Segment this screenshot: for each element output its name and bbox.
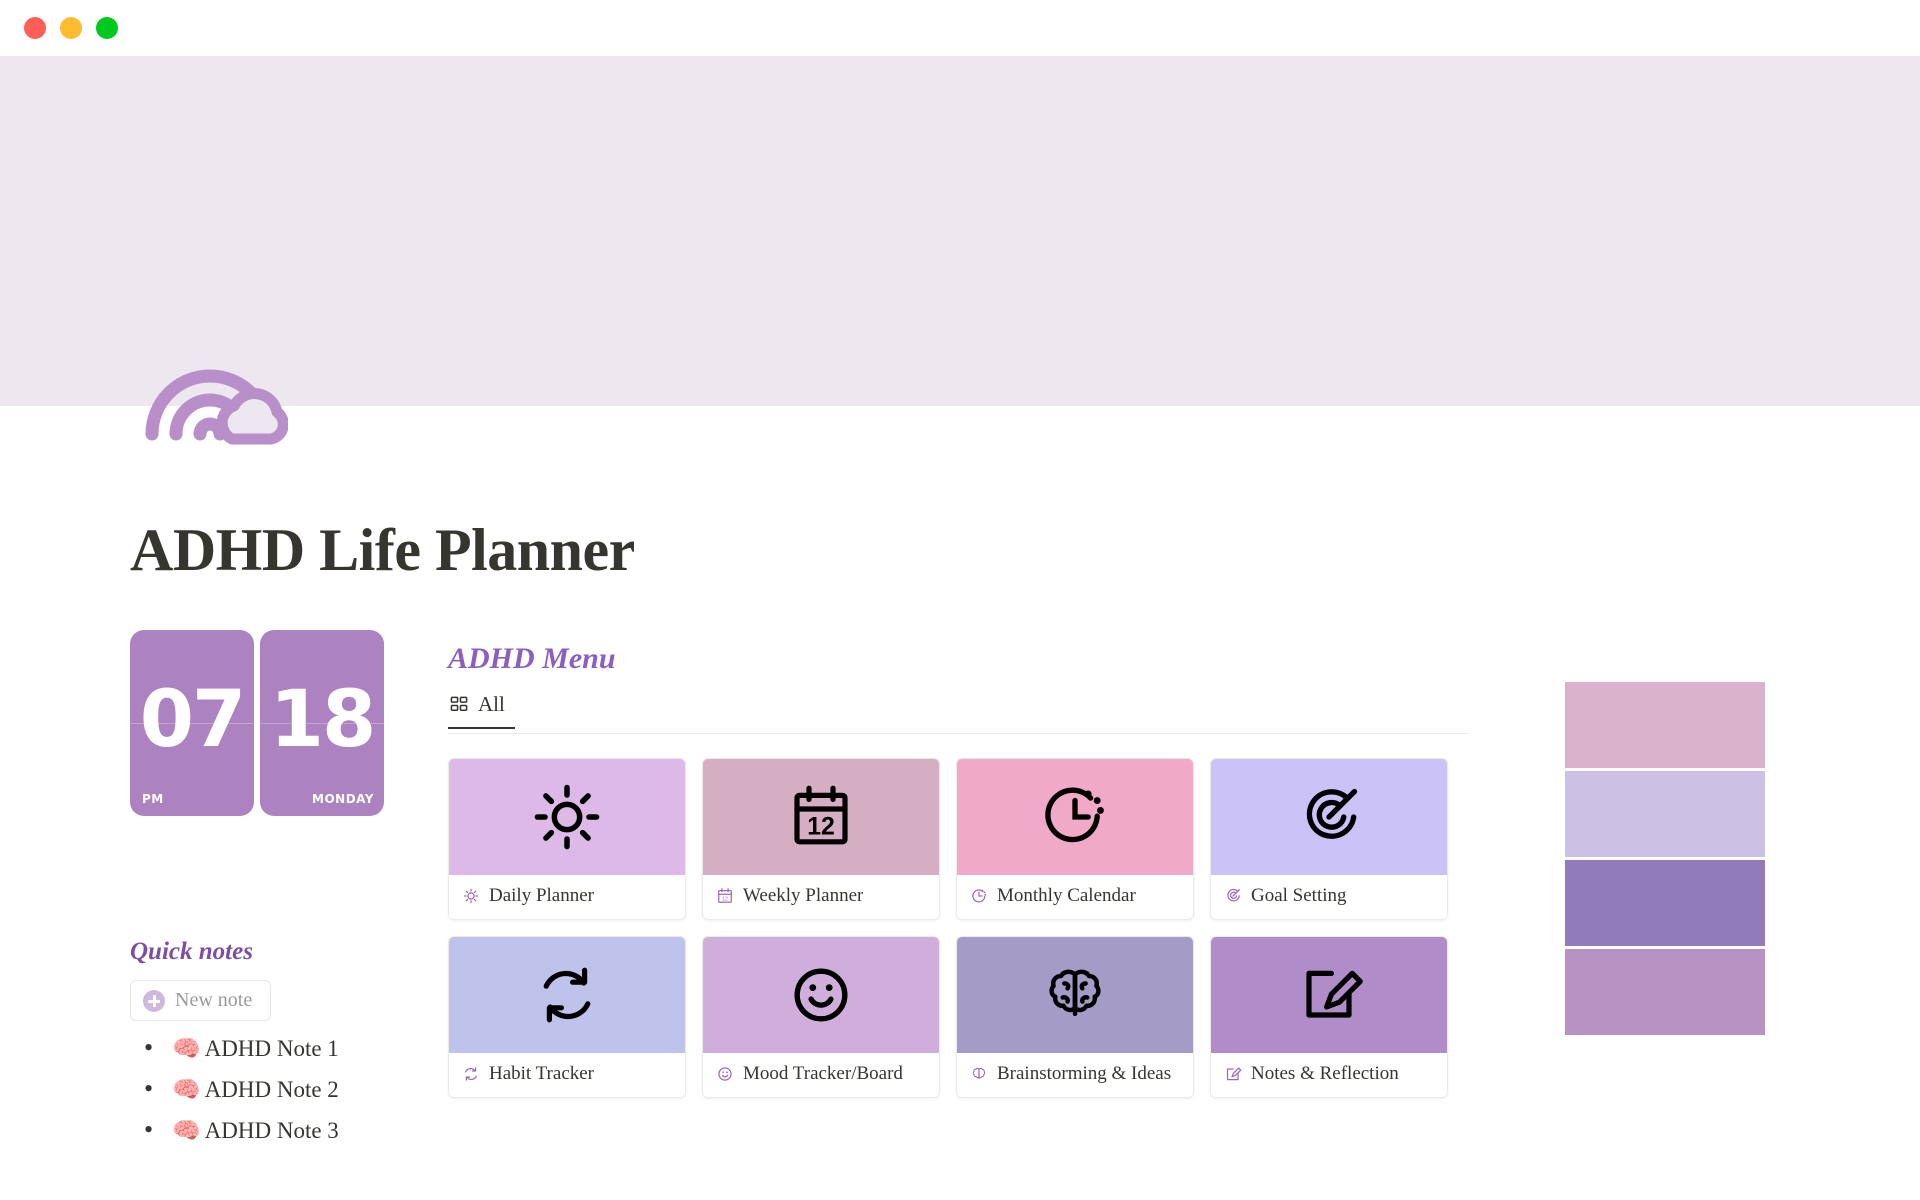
card-cover: [449, 759, 685, 875]
note-label: ADHD Note 2: [204, 1077, 339, 1102]
card-habit-tracker[interactable]: Habit Tracker: [448, 936, 686, 1098]
flip-clock-hour: 07: [139, 674, 247, 765]
brain-emoji: 🧠: [172, 1036, 201, 1061]
card-label: Monthly Calendar: [997, 885, 1136, 906]
swatch-purple-deep[interactable]: [1565, 860, 1765, 946]
card-label: Notes & Reflection: [1251, 1063, 1399, 1084]
swatch-mauve[interactable]: [1565, 949, 1765, 1035]
rainbow-cloud-icon[interactable]: [140, 336, 289, 446]
card-label-row: Notes & Reflection: [1211, 1053, 1447, 1097]
smiley-icon: [794, 968, 848, 1022]
list-item[interactable]: 🧠ADHD Note 2: [130, 1074, 390, 1104]
adhd-menu-heading: ADHD Menu: [448, 642, 616, 675]
list-item[interactable]: 🧠ADHD Note 3: [130, 1115, 390, 1145]
note-label: ADHD Note 3: [204, 1118, 339, 1143]
note-edit-icon: [1306, 970, 1363, 1018]
card-brainstorming-ideas[interactable]: Brainstorming & Ideas: [956, 936, 1194, 1098]
maximize-window-button[interactable]: [96, 17, 118, 39]
page-title: ADHD Life Planner: [130, 517, 635, 583]
svg-text:12: 12: [722, 897, 728, 903]
clock-dotted-icon: [1045, 787, 1104, 843]
card-cover: [957, 937, 1193, 1053]
minimize-window-button[interactable]: [60, 17, 82, 39]
card-label: Weekly Planner: [743, 885, 864, 906]
tab-all[interactable]: All: [448, 692, 515, 729]
card-label: Brainstorming & Ideas: [997, 1063, 1172, 1084]
note-edit-icon: [1226, 1067, 1242, 1081]
target-arrow-icon: [1227, 888, 1240, 902]
grid-view-icon: [450, 695, 469, 714]
card-label-row: Goal Setting: [1211, 875, 1447, 919]
flip-clock-meridiem: PM: [142, 792, 164, 806]
window-title-bar: [0, 0, 1920, 56]
card-label: Daily Planner: [489, 885, 595, 906]
brain-icon: [972, 1067, 986, 1079]
quick-notes-section: Quick notes New note 🧠ADHD Note 1 🧠ADHD …: [130, 938, 390, 1145]
quick-notes-heading: Quick notes: [130, 938, 253, 965]
refresh-icon: [464, 1067, 478, 1081]
card-label: Goal Setting: [1251, 885, 1347, 906]
plus-circle-icon: [143, 989, 165, 1012]
card-label: Habit Tracker: [489, 1063, 595, 1084]
card-cover: [957, 759, 1193, 875]
cover-banner[interactable]: [0, 56, 1920, 406]
flip-clock-weekday: MONDAY: [312, 792, 374, 806]
card-label: Mood Tracker/Board: [743, 1063, 903, 1084]
sun-icon: [534, 784, 600, 850]
card-label-row: Brainstorming & Ideas: [957, 1053, 1193, 1097]
calendar-12-icon: 12: [794, 785, 848, 845]
close-window-button[interactable]: [24, 17, 46, 39]
swatch-pink-rose[interactable]: [1565, 682, 1765, 768]
gallery-card-grid: Daily Planner 12 12 Weekly Planner Month…: [448, 758, 1448, 1098]
card-weekly-planner[interactable]: 12 12 Weekly Planner: [702, 758, 940, 920]
flip-clock-date-card: 18 MONDAY: [260, 630, 384, 816]
flip-clock-widget[interactable]: 07 PM 18 MONDAY: [130, 630, 384, 816]
card-label-row: 12 Weekly Planner: [703, 875, 939, 919]
clock-dotted-icon: [972, 889, 987, 903]
view-tab-bar: All: [448, 692, 1468, 734]
brain-icon: [1049, 969, 1101, 1017]
flip-clock-hour-card: 07 PM: [130, 630, 254, 816]
list-item[interactable]: 🧠ADHD Note 1: [130, 1033, 390, 1063]
svg-text:12: 12: [807, 814, 835, 841]
brain-emoji: 🧠: [172, 1077, 201, 1102]
smiley-icon: [718, 1067, 732, 1081]
flip-seam: [260, 723, 384, 724]
card-cover: [449, 937, 685, 1053]
card-cover: [1211, 759, 1447, 875]
target-arrow-icon: [1306, 788, 1358, 839]
quick-notes-list: 🧠ADHD Note 1 🧠ADHD Note 2 🧠ADHD Note 3: [130, 1033, 390, 1145]
adhd-menu-section: ADHD Menu All Daily Planner 12 12 Weekly…: [448, 642, 1468, 1098]
calendar-12-icon: 12: [718, 888, 732, 903]
card-label-row: Monthly Calendar: [957, 875, 1193, 919]
card-monthly-calendar[interactable]: Monthly Calendar: [956, 758, 1194, 920]
sun-icon: [463, 888, 479, 904]
flip-clock-day-number: 18: [269, 674, 377, 765]
card-label-row: Daily Planner: [449, 875, 685, 919]
brain-emoji: 🧠: [172, 1118, 201, 1143]
card-label-row: Habit Tracker: [449, 1053, 685, 1097]
card-mood-tracker[interactable]: Mood Tracker/Board: [702, 936, 940, 1098]
left-column: 07 PM 18 MONDAY Quick notes New note 🧠AD…: [130, 630, 390, 1158]
new-note-button[interactable]: New note: [130, 980, 272, 1021]
tab-all-label: All: [478, 692, 505, 716]
note-label: ADHD Note 1: [204, 1036, 339, 1061]
card-cover: [703, 937, 939, 1053]
card-goal-setting[interactable]: Goal Setting: [1210, 758, 1448, 920]
card-cover: [1211, 937, 1447, 1053]
new-note-label: New note: [175, 989, 253, 1011]
flip-seam: [130, 723, 254, 724]
card-cover: 12: [703, 759, 939, 875]
color-swatch-column: [1565, 682, 1765, 1035]
card-daily-planner[interactable]: Daily Planner: [448, 758, 686, 920]
page-content: ADHD Life Planner 07 PM 18 MONDAY Quick …: [0, 369, 1920, 1200]
card-label-row: Mood Tracker/Board: [703, 1053, 939, 1097]
card-notes-reflection[interactable]: Notes & Reflection: [1210, 936, 1448, 1098]
refresh-icon: [543, 967, 591, 1023]
swatch-lilac-light[interactable]: [1565, 771, 1765, 857]
